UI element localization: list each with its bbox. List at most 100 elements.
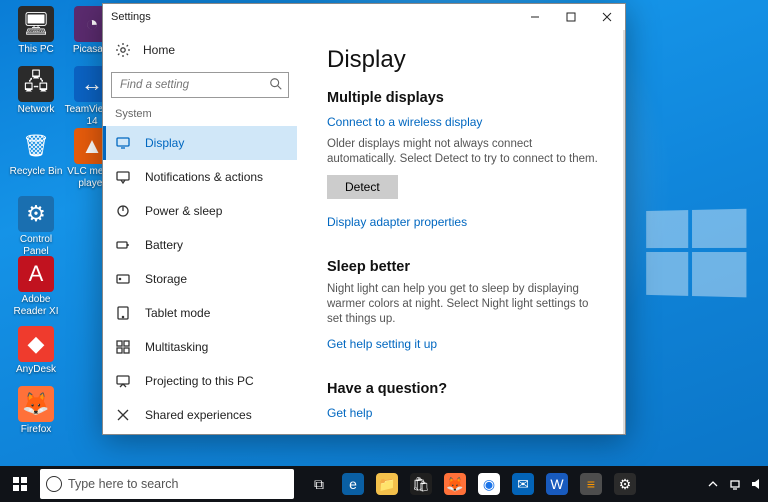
nav-power-sleep[interactable]: Power & sleep: [103, 194, 297, 228]
icon-label: Network: [8, 104, 64, 116]
nav-icon: [115, 305, 131, 321]
outlook-icon: ✉: [512, 473, 534, 495]
nav-icon: [115, 271, 131, 287]
scrollbar[interactable]: [623, 30, 625, 434]
nav-shared-experiences[interactable]: Shared experiences: [103, 398, 297, 432]
nav-label: Multitasking: [145, 340, 208, 354]
system-tray[interactable]: [706, 477, 768, 491]
nav-icon: [115, 169, 131, 185]
get-help-link[interactable]: Get help: [327, 406, 372, 420]
nav-storage[interactable]: Storage: [103, 262, 297, 296]
taskbar-settings[interactable]: ⚙: [608, 466, 642, 502]
file-explorer-icon: 📁: [376, 473, 398, 495]
taskbar-sublime[interactable]: ≡: [574, 466, 608, 502]
nav-icon: [115, 373, 131, 389]
nav-battery[interactable]: Battery: [103, 228, 297, 262]
desktop-icon-this-pc[interactable]: 🖥This PC: [8, 6, 64, 56]
windows-logo-art: [646, 209, 742, 293]
detect-button[interactable]: Detect: [327, 175, 398, 199]
icon-label: Adobe Reader XI: [8, 294, 64, 318]
sleep-help-link[interactable]: Get help setting it up: [327, 337, 437, 351]
detect-description: Older displays might not always connect …: [327, 137, 601, 167]
settings-sidebar: Home System Display Notifications & actio…: [103, 30, 297, 434]
taskbar-store[interactable]: 🛍: [404, 466, 438, 502]
recycle-bin-icon: 🗑: [18, 128, 54, 164]
nav-label: Projecting to this PC: [145, 374, 254, 388]
store-icon: 🛍: [410, 473, 432, 495]
home-label: Home: [143, 43, 175, 57]
sleep-better-heading: Sleep better: [327, 259, 601, 275]
taskbar-task-view[interactable]: ⧉: [302, 466, 336, 502]
nav-label: Shared experiences: [145, 408, 252, 422]
minimize-button[interactable]: [517, 4, 553, 30]
taskbar: Type here to search ⧉ e 📁 🛍 🦊 ◉ ✉ W ≡ ⚙: [0, 466, 768, 502]
question-heading: Have a question?: [327, 381, 601, 397]
network-icon[interactable]: [728, 477, 742, 491]
icon-label: Firefox: [8, 424, 64, 436]
settings-window: Settings Home System Display Notification…: [102, 3, 626, 435]
close-button[interactable]: [589, 4, 625, 30]
find-setting-input[interactable]: [111, 72, 289, 98]
desktop-icon-anydesk[interactable]: ◆ AnyDesk: [8, 326, 64, 376]
nav-multitasking[interactable]: Multitasking: [103, 330, 297, 364]
nav-icon: [115, 203, 131, 219]
nav-icon: [115, 237, 131, 253]
search-icon: [269, 77, 283, 91]
nav-label: Display: [145, 136, 184, 150]
this-pc-icon: 🖥: [18, 6, 54, 42]
desktop-icon-network[interactable]: 🖧Network: [8, 66, 64, 116]
sleep-better-desc: Night light can help you get to sleep by…: [327, 282, 601, 327]
nav-label: Notifications & actions: [145, 170, 263, 184]
settings-main: Display Multiple displays Connect to a w…: [297, 30, 625, 434]
display-adapter-link[interactable]: Display adapter properties: [327, 215, 467, 229]
category-label: System: [103, 108, 297, 126]
firefox-icon: 🦊: [444, 473, 466, 495]
sublime-icon: ≡: [580, 473, 602, 495]
titlebar[interactable]: Settings: [103, 4, 625, 30]
window-title: Settings: [111, 11, 151, 23]
gear-icon: [115, 42, 131, 58]
nav-icon: [115, 135, 131, 151]
taskbar-word[interactable]: W: [540, 466, 574, 502]
word-icon: W: [546, 473, 568, 495]
nav-tablet-mode[interactable]: Tablet mode: [103, 296, 297, 330]
nav-icon: [115, 339, 131, 355]
nav-display[interactable]: Display: [103, 126, 297, 160]
edge-icon: e: [342, 473, 364, 495]
nav-label: Tablet mode: [145, 306, 210, 320]
wireless-display-link[interactable]: Connect to a wireless display: [327, 115, 482, 129]
task-view-icon: ⧉: [308, 473, 330, 495]
taskbar-edge[interactable]: e: [336, 466, 370, 502]
anydesk-icon: ◆: [18, 326, 54, 362]
multiple-displays-heading: Multiple displays: [327, 90, 601, 106]
desktop-icon-firefox[interactable]: 🦊 Firefox: [8, 386, 64, 436]
icon-label: Recycle Bin: [8, 166, 64, 178]
firefox-icon: 🦊: [18, 386, 54, 422]
taskbar-firefox[interactable]: 🦊: [438, 466, 472, 502]
chevron-up-icon[interactable]: [706, 477, 720, 491]
control-panel-icon: ⚙: [18, 196, 54, 232]
page-title: Display: [327, 46, 601, 74]
nav-icon: [115, 407, 131, 423]
taskbar-search[interactable]: Type here to search: [40, 469, 294, 499]
icon-label: AnyDesk: [8, 364, 64, 376]
desktop-icon-recycle-bin[interactable]: 🗑 Recycle Bin: [8, 128, 64, 178]
taskbar-outlook[interactable]: ✉: [506, 466, 540, 502]
taskbar-file-explorer[interactable]: 📁: [370, 466, 404, 502]
cortana-icon: [40, 476, 68, 492]
icon-label: Control Panel: [8, 234, 64, 258]
maximize-button[interactable]: [553, 4, 589, 30]
volume-icon[interactable]: [750, 477, 764, 491]
start-button[interactable]: [0, 466, 40, 502]
chrome-icon: ◉: [478, 473, 500, 495]
desktop-icon-control-panel[interactable]: ⚙Control Panel: [8, 196, 64, 258]
nav-projecting-to-this-pc[interactable]: Projecting to this PC: [103, 364, 297, 398]
desktop-icon-adobe-reader[interactable]: AAdobe Reader XI: [8, 256, 64, 318]
nav-label: Storage: [145, 272, 187, 286]
home-nav[interactable]: Home: [103, 36, 297, 64]
settings-icon: ⚙: [614, 473, 636, 495]
adobe-reader-icon: A: [18, 256, 54, 292]
nav-label: Power & sleep: [145, 204, 222, 218]
taskbar-chrome[interactable]: ◉: [472, 466, 506, 502]
nav-notifications-actions[interactable]: Notifications & actions: [103, 160, 297, 194]
